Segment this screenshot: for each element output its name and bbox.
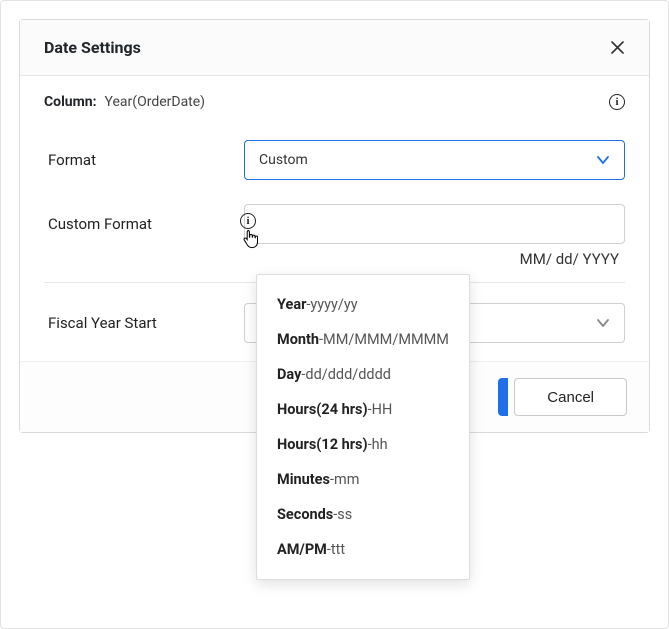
- format-label: Format: [44, 151, 244, 169]
- chevron-down-icon: [596, 316, 610, 330]
- column-row: Column: Year(OrderDate): [44, 94, 625, 110]
- popover-item: Day-dd/ddd/dddd: [257, 357, 469, 392]
- pointer-cursor-icon: [243, 229, 259, 249]
- format-hint: MM/ dd/ YYYY: [44, 250, 625, 268]
- close-button[interactable]: [609, 40, 625, 56]
- custom-format-row: Custom Format: [44, 204, 625, 244]
- close-icon: [611, 41, 624, 54]
- info-icon[interactable]: [609, 94, 625, 110]
- popover-item: AM/PM-ttt: [257, 532, 469, 567]
- cancel-button[interactable]: Cancel: [514, 378, 627, 416]
- custom-format-label: Custom Format: [44, 215, 244, 233]
- format-help-popover: Year-yyyy/yyMonth-MM/MMM/MMMMDay-dd/ddd/…: [256, 274, 470, 580]
- popover-item: Minutes-mm: [257, 462, 469, 497]
- popover-item: Seconds-ss: [257, 497, 469, 532]
- popover-item: Year-yyyy/yy: [257, 287, 469, 322]
- format-row: Format Custom: [44, 140, 625, 180]
- popover-item: Hours(24 hrs)-HH: [257, 392, 469, 427]
- ok-button[interactable]: [498, 378, 508, 416]
- popover-item: Hours(12 hrs)-hh: [257, 427, 469, 462]
- format-select[interactable]: Custom: [244, 140, 625, 180]
- popover-item: Month-MM/MMM/MMMM: [257, 322, 469, 357]
- format-select-value: Custom: [259, 152, 308, 168]
- chevron-down-icon: [596, 153, 610, 167]
- custom-format-input[interactable]: [244, 204, 625, 244]
- custom-format-info-icon[interactable]: [240, 213, 256, 229]
- fiscal-year-label: Fiscal Year Start: [44, 314, 244, 332]
- app-frame: Date Settings Column: Year(OrderDate) Fo…: [0, 0, 669, 629]
- dialog-title: Date Settings: [44, 38, 141, 57]
- column-label: Column:: [44, 94, 97, 110]
- column-value: Year(OrderDate): [105, 94, 206, 110]
- dialog-header: Date Settings: [20, 20, 649, 76]
